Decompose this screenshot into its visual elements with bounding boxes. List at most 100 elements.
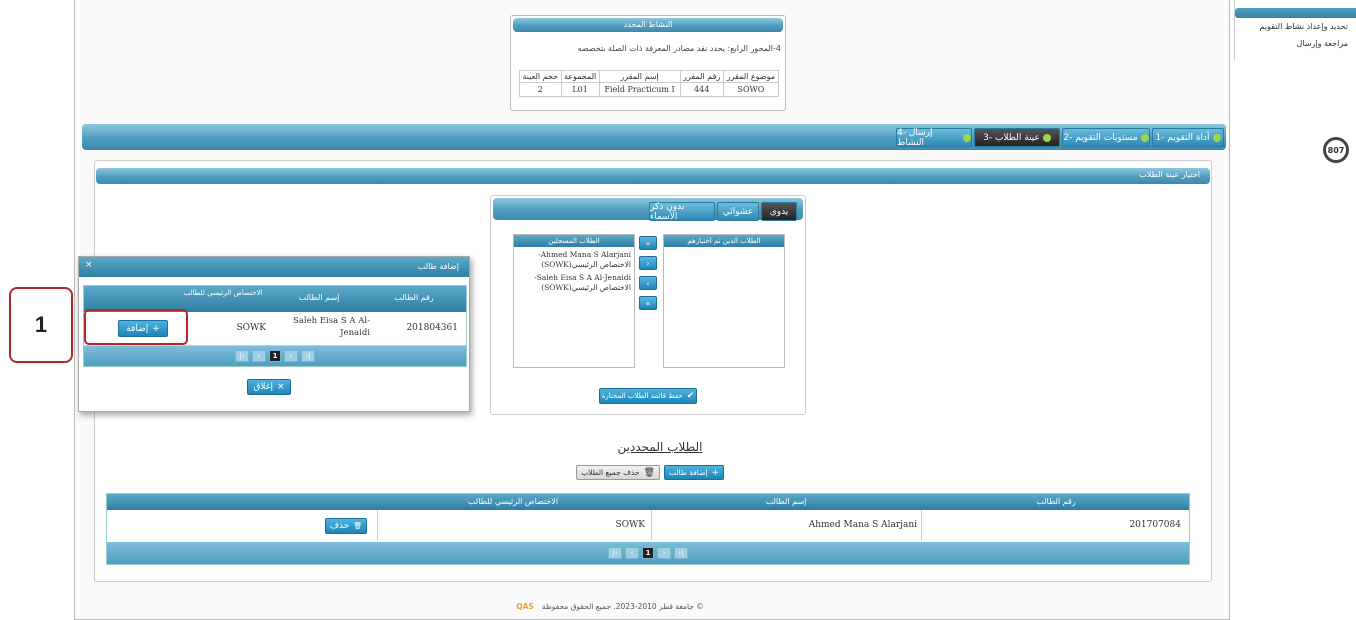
tab-random[interactable]: عشوائي [717, 202, 759, 221]
activity-title: النشاط المحدد [513, 18, 783, 32]
trash-icon: 🗑 [643, 467, 655, 478]
row-divider [651, 510, 652, 540]
delete-button[interactable]: حذف 🗑 [325, 518, 367, 534]
tab-evaluation-tool[interactable]: 1- أداة التقويم [1152, 128, 1224, 147]
save-selection-button[interactable]: حفظ قائمة الطلاب المختارة ✔ [599, 388, 697, 404]
list-item[interactable]: -Saleh Eisa S A Al-Jenaidi الاختصاص الرئ… [514, 270, 634, 293]
tab-label: بدون ذكر الأسماء [650, 201, 685, 222]
add-student-label: إضافة طالب [668, 468, 708, 477]
cell-student-name: Ahmed Mana S Alarjani [808, 520, 917, 530]
cell-course-subject: SOWO [722, 82, 780, 97]
cell-student-major: SOWK [236, 323, 266, 333]
close-icon: × [277, 382, 285, 392]
check-icon [1042, 133, 1051, 142]
table-row: 201707084 Ahmed Mana S Alarjani SOWK حذف… [107, 510, 1189, 540]
steps-bar: 1- أداة التقويم 2- مستويات التقويم 3- عي… [82, 124, 1226, 150]
col-sample-size: حجم العينة [519, 70, 562, 83]
add-student-button[interactable]: إضافة طالب + [664, 465, 724, 480]
registered-students-list[interactable]: الطلاب المسجلين -Ahmed Mana S Alarjani ا… [513, 234, 635, 368]
registered-list-title: الطلاب المسجلين [514, 235, 634, 247]
activity-description: 4-المحور الرابع: يحدد نقد مصادر المعرفة … [577, 44, 781, 53]
activity-table: موضوع المقرر رقم المقرر إسم المقرر المجم… [519, 70, 780, 97]
chosen-list-title: الطلاب الذين تم اختيارهم [664, 235, 784, 247]
last-page-icon[interactable]: ›| [674, 547, 688, 559]
side-menu-item-review[interactable]: مراجعة وإرسال [1297, 39, 1348, 48]
first-page-icon[interactable]: |‹ [235, 350, 249, 362]
col-student-id: رقم الطالب [1036, 497, 1076, 506]
row-divider [921, 510, 922, 540]
current-page[interactable]: 1 [269, 350, 281, 362]
cell-student-major: SOWK [615, 520, 645, 530]
dialog-title-bar: إضافة طالب × [79, 257, 469, 277]
dialog-title: إضافة طالب [417, 262, 459, 271]
next-page-icon[interactable]: › [657, 547, 671, 559]
tab-student-sample[interactable]: 3- عينة الطلاب [974, 128, 1060, 147]
selected-table-header: رقم الطالب إسم الطالب الاختصاص الرئيسي ل… [107, 494, 1189, 510]
next-page-icon[interactable]: › [284, 350, 298, 362]
last-page-icon[interactable]: ›| [301, 350, 315, 362]
delete-all-label: حذف جميع الطلاب [581, 468, 640, 477]
cell-sample-size: 2 [519, 82, 562, 97]
prev-page-icon[interactable]: ‹ [625, 547, 639, 559]
close-icon[interactable]: × [85, 260, 93, 270]
tab-anonymous[interactable]: بدون ذكر الأسماء [649, 201, 715, 222]
tab-manual[interactable]: يدوي [761, 202, 797, 221]
delete-all-students-button[interactable]: حذف جميع الطلاب 🗑 [576, 465, 660, 480]
footer-copyright: © جامعة قطر 2010-2023. جميع الحقوق محفوظ… [541, 602, 704, 611]
selected-pager: |‹ ‹ 1 › ›| [107, 542, 1189, 564]
cell-group: L01 [560, 82, 600, 97]
badge-count: 807 [1327, 145, 1345, 155]
footer: QAS © جامعة قطر 2010-2023. جميع الحقوق م… [480, 602, 740, 611]
tab-send-activity[interactable]: 4- إرسال النشاط [896, 127, 972, 148]
student-name: -Saleh Eisa S A Al-Jenaidi [534, 273, 631, 282]
student-name: -Ahmed Mana S Alarjani [538, 250, 631, 259]
tab-label: يدوي [769, 206, 789, 217]
check-icon: ✔ [686, 391, 695, 401]
side-menu-top-bar [1235, 8, 1356, 18]
cell-student-name: Saleh Eisa S A Al-Jenaidi [293, 316, 370, 338]
col-course-subject: موضوع المقرر [722, 70, 780, 83]
move-all-left-button[interactable]: « [639, 296, 657, 310]
trash-icon: 🗑 [353, 522, 363, 530]
notification-badge[interactable]: 807 [1323, 137, 1349, 163]
first-page-icon[interactable]: |‹ [608, 547, 622, 559]
sample-box: يدوي عشوائي بدون ذكر الأسماء الطلاب المس… [490, 195, 806, 415]
col-group: المجموعة [560, 70, 600, 83]
move-left-button[interactable]: ‹ [639, 276, 657, 290]
side-menu: تحديد وإعداد نشاط التقويم مراجعة وإرسال [1234, 0, 1356, 60]
check-icon [1212, 133, 1221, 142]
student-major: الاختصاص الرئيسي(SOWK) [541, 283, 631, 292]
dialog-close-button[interactable]: إغلاق × [247, 379, 291, 395]
col-student-name: إسم الطالب [298, 293, 340, 302]
prev-page-icon[interactable]: ‹ [252, 350, 266, 362]
cell-course-name: Field Practicum I [598, 82, 681, 97]
cell-student-id: 201804361 [406, 323, 458, 333]
callout-number-box: 1 [9, 287, 73, 363]
col-student-major: الاختصاص الرئيسي للطالب [467, 497, 559, 506]
student-major: الاختصاص الرئيسي(SOWK) [541, 260, 631, 269]
cell-course-number: 444 [679, 82, 724, 97]
move-all-right-button[interactable]: » [639, 236, 657, 250]
side-menu-item-setup[interactable]: تحديد وإعداد نشاط التقويم [1260, 22, 1349, 31]
col-student-major: الاختصاص الرئيسي للطالب [183, 289, 263, 297]
tab-label: 3- عينة الطلاب [983, 132, 1040, 143]
section-title: اختيار عينة الطلاب [1139, 170, 1200, 179]
chosen-students-list[interactable]: الطلاب الذين تم اختيارهم [663, 234, 785, 368]
tab-evaluation-levels[interactable]: 2- مستويات التقويم [1062, 128, 1150, 147]
save-selection-label: حفظ قائمة الطلاب المختارة [601, 392, 683, 400]
tab-label: 2- مستويات التقويم [1063, 132, 1138, 143]
tab-label: 4- إرسال النشاط [897, 127, 933, 148]
cell-student-id: 201707084 [1129, 520, 1181, 530]
col-course-number: رقم المقرر [679, 70, 724, 83]
delete-label: حذف [329, 521, 350, 531]
list-item[interactable]: -Ahmed Mana S Alarjani الاختصاص الرئيسي(… [514, 247, 634, 270]
plus-icon: + [711, 467, 720, 478]
callout-number: 1 [34, 312, 48, 337]
move-right-button[interactable]: › [639, 256, 657, 270]
col-student-name: إسم الطالب [765, 497, 807, 506]
selected-students-title: الطلاب المحددين [617, 440, 703, 454]
sample-tabs-bar: يدوي عشوائي بدون ذكر الأسماء [493, 198, 803, 222]
current-page[interactable]: 1 [642, 547, 654, 559]
check-icon [1140, 133, 1149, 142]
tab-label: 1- أداة التقويم [1155, 132, 1210, 143]
